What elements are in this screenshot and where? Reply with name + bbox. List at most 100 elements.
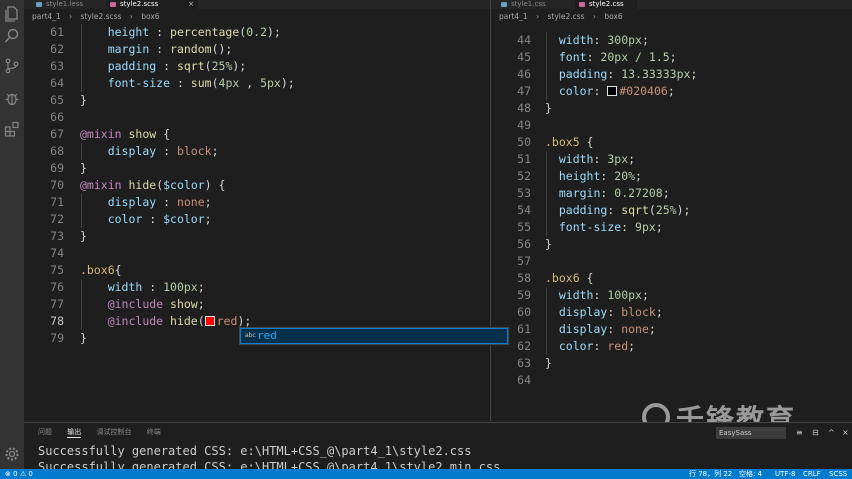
settings-gear-icon[interactable] bbox=[4, 446, 20, 462]
code-line[interactable]: 77 @include show; bbox=[24, 296, 490, 313]
source-control-icon[interactable] bbox=[4, 58, 20, 74]
close-panel-icon[interactable]: × bbox=[842, 428, 849, 437]
code-text[interactable]: color : $color; bbox=[80, 211, 212, 228]
code-line[interactable]: 72 color : $color; bbox=[24, 211, 490, 228]
code-line[interactable]: 56} bbox=[491, 236, 852, 253]
output-channel-select[interactable]: EasySass bbox=[716, 427, 786, 439]
lock-icon[interactable]: ⊟ bbox=[812, 428, 819, 437]
left-editor[interactable]: style1.less style2.scss × part4_1 › styl… bbox=[24, 0, 490, 422]
code-area[interactable]: 44 width: 300px; 45 font: 20px / 1.5; 46 p… bbox=[491, 0, 852, 422]
code-line[interactable]: 48} bbox=[491, 100, 852, 117]
code-line[interactable]: 75 .box6{ bbox=[24, 262, 490, 279]
code-text[interactable]: .box6 { bbox=[545, 270, 593, 287]
errors-indicator[interactable]: ⊗ 0 ⚠ 0 bbox=[5, 469, 33, 479]
code-line[interactable]: 50 .box5 { bbox=[491, 134, 852, 151]
code-line[interactable]: 73} bbox=[24, 228, 490, 245]
code-text[interactable]: display : none; bbox=[80, 194, 212, 211]
suggest-widget[interactable]: abc red bbox=[239, 327, 509, 345]
code-line[interactable]: 61 height : percentage(0.2); bbox=[24, 24, 490, 41]
code-line[interactable]: 49 bbox=[491, 117, 852, 134]
code-text[interactable]: @mixin show { bbox=[80, 126, 170, 143]
code-line[interactable]: 57 bbox=[491, 253, 852, 270]
code-line[interactable]: 74 bbox=[24, 245, 490, 262]
color-swatch-icon[interactable] bbox=[607, 86, 618, 96]
clear-output-icon[interactable]: ≡ bbox=[796, 428, 803, 437]
tab-terminal[interactable]: 终端 bbox=[147, 427, 161, 437]
code-line[interactable]: 62 margin : random(); bbox=[24, 41, 490, 58]
code-text[interactable]: @include hide(red); bbox=[80, 313, 252, 330]
code-text[interactable]: color: #020406; bbox=[545, 83, 675, 100]
code-text[interactable]: } bbox=[545, 355, 552, 372]
code-text[interactable]: margin : random(); bbox=[80, 41, 233, 58]
code-text[interactable]: padding: sqrt(25%); bbox=[545, 202, 691, 219]
line-number: 59 bbox=[517, 288, 531, 302]
code-text[interactable]: } bbox=[80, 160, 87, 177]
encoding[interactable]: UTF-8 bbox=[775, 469, 795, 479]
code-line[interactable]: 63} bbox=[491, 355, 852, 372]
code-text[interactable]: margin: 0.27208; bbox=[545, 185, 670, 202]
code-text[interactable]: height: 20%; bbox=[545, 168, 642, 185]
language-mode[interactable]: SCSS bbox=[829, 469, 847, 479]
code-line[interactable]: 68 display : block; bbox=[24, 143, 490, 160]
error-icon: ⊗ bbox=[5, 470, 11, 478]
code-text[interactable]: } bbox=[80, 330, 87, 347]
code-line[interactable]: 63 padding : sqrt(25%); bbox=[24, 58, 490, 75]
search-icon[interactable] bbox=[4, 28, 20, 44]
code-text[interactable]: height : percentage(0.2); bbox=[80, 24, 281, 41]
code-text[interactable]: width : 100px; bbox=[80, 279, 205, 296]
tab-debug-console[interactable]: 调试控制台 bbox=[96, 427, 131, 437]
line-number: 63 bbox=[50, 59, 64, 73]
code-line[interactable]: 65} bbox=[24, 92, 490, 109]
code-line[interactable]: 70 @mixin hide($color) { bbox=[24, 177, 490, 194]
color-swatch-icon[interactable] bbox=[204, 316, 215, 326]
suggest-item[interactable]: abc red bbox=[240, 328, 508, 344]
code-text[interactable]: .box6{ bbox=[80, 262, 122, 279]
code-line[interactable]: 64 font-size : sum(4px , 5px); bbox=[24, 75, 490, 92]
code-text[interactable]: @include show; bbox=[80, 296, 205, 313]
line-number: 58 bbox=[517, 271, 531, 285]
code-text[interactable]: .box5 { bbox=[545, 134, 593, 151]
extensions-icon[interactable] bbox=[4, 121, 20, 137]
code-text[interactable]: padding: 13.33333px; bbox=[545, 66, 698, 83]
code-text[interactable]: font: 20px / 1.5; bbox=[545, 49, 677, 66]
line-number: 47 bbox=[517, 84, 531, 98]
tab-output[interactable]: 输出 bbox=[67, 427, 82, 438]
code-text[interactable]: } bbox=[545, 100, 552, 117]
code-text[interactable]: } bbox=[80, 92, 87, 109]
code-text[interactable]: } bbox=[80, 228, 87, 245]
explorer-icon[interactable] bbox=[4, 6, 20, 22]
indentation[interactable]: 空格: 4 bbox=[739, 469, 762, 479]
cursor-position[interactable]: 行 78，列 22 bbox=[689, 469, 732, 479]
code-text[interactable]: color: red; bbox=[545, 338, 635, 355]
code-line[interactable]: 69} bbox=[24, 160, 490, 177]
code-line[interactable]: 76 width : 100px; bbox=[24, 279, 490, 296]
code-line[interactable]: 71 display : none; bbox=[24, 194, 490, 211]
code-text[interactable]: width: 3px; bbox=[545, 151, 635, 168]
line-number: 51 bbox=[517, 152, 531, 166]
code-area[interactable]: 61 height : percentage(0.2); 62 margin : … bbox=[24, 0, 490, 422]
code-text[interactable]: @mixin hide($color) { bbox=[80, 177, 225, 194]
code-text[interactable]: display : block; bbox=[80, 143, 219, 160]
code-line[interactable]: 58 .box6 { bbox=[491, 270, 852, 287]
code-line[interactable]: 67 @mixin show { bbox=[24, 126, 490, 143]
line-number: 64 bbox=[50, 76, 64, 90]
code-text[interactable]: } bbox=[545, 236, 552, 253]
code-text[interactable]: display: none; bbox=[545, 321, 656, 338]
code-line[interactable]: 66 bbox=[24, 109, 490, 126]
status-bar: ⊗ 0 ⚠ 0 行 78，列 22 空格: 4 UTF-8 CRLF SCSS bbox=[0, 469, 852, 479]
code-text[interactable]: padding : sqrt(25%); bbox=[80, 58, 247, 75]
line-ending[interactable]: CRLF bbox=[803, 469, 821, 479]
code-text[interactable]: width: 100px; bbox=[545, 287, 649, 304]
indent-guide bbox=[546, 32, 547, 100]
code-line[interactable]: 64 bbox=[491, 372, 852, 389]
code-text[interactable]: width: 300px; bbox=[545, 32, 649, 49]
tab-problems[interactable]: 问题 bbox=[38, 427, 52, 437]
line-number: 45 bbox=[517, 50, 531, 64]
code-text[interactable]: font-size: 9px; bbox=[545, 219, 663, 236]
code-text[interactable]: font-size : sum(4px , 5px); bbox=[80, 75, 295, 92]
code-text[interactable]: display: block; bbox=[545, 304, 663, 321]
line-number: 72 bbox=[50, 212, 64, 226]
debug-icon[interactable] bbox=[4, 90, 20, 106]
right-editor[interactable]: style1.css style2.css part4_1 › style2.c… bbox=[491, 0, 852, 422]
maximize-panel-icon[interactable]: ^ bbox=[828, 428, 835, 437]
